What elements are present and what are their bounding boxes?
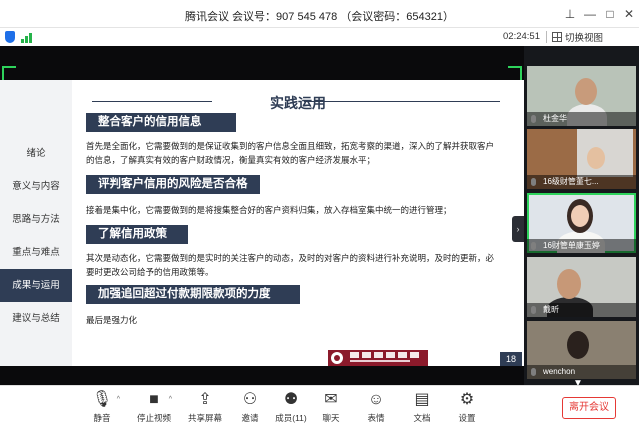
participant-name: 16级财管董七... xyxy=(527,175,636,189)
mute-button[interactable]: 🎙 静音 ^ xyxy=(78,389,126,424)
logo-subtitle xyxy=(350,360,410,362)
chat-label: 聊天 xyxy=(322,413,340,423)
school-seal-icon xyxy=(331,352,343,364)
section-text: 接着是集中化，它需要做到的是将搜集整合好的客户资料归集，放入存档室集中统一的进行… xyxy=(86,205,452,215)
participant-tile[interactable]: 戴昕 xyxy=(527,257,636,317)
participant-tile[interactable]: wenchon xyxy=(527,321,636,379)
page-number: 18 xyxy=(500,352,522,366)
emoji-label: 表情 xyxy=(367,413,385,423)
settings-icon: ⚙ xyxy=(459,391,475,408)
logo-wordmark xyxy=(350,352,422,358)
pin-icon[interactable]: ⊥ xyxy=(562,6,578,22)
section-banner: 评判客户信用的风险是否合格 xyxy=(86,175,260,194)
window-title: 腾讯会议 会议号：907 545 478 （会议密码：654321） xyxy=(185,11,454,23)
switch-view-button[interactable]: 切换视图 xyxy=(552,30,603,44)
participant-tile[interactable]: 杜金华 xyxy=(527,66,636,126)
slide-heading: 实践运用 xyxy=(270,95,326,111)
video-panel: 杜金华 16级财管董七... 16财管单康玉婷 戴昕 wenchon ▼ xyxy=(524,46,639,389)
participant-name: 戴昕 xyxy=(527,303,636,317)
slide-nav-item: 重点与难点 xyxy=(12,247,60,258)
meeting-toolbar: 🎙 静音 ^ ■ 停止视频 ^ ⇪ 共享屏幕 ⚇ 邀请 ⚉ 成员(11) ✉ 聊… xyxy=(0,385,639,429)
grid-view-icon xyxy=(552,32,562,42)
emoji-icon: ☺ xyxy=(367,391,385,408)
maximize-icon[interactable]: □ xyxy=(602,6,618,22)
chevron-up-icon[interactable]: ^ xyxy=(117,396,120,403)
meeting-timer: 02:24:51 xyxy=(503,31,540,42)
school-logo xyxy=(328,350,428,366)
presentation-slide: 绪论 意义与内容 思路与方法 重点与难点 成果与运用 建议与总结 实践运用 整合… xyxy=(0,80,524,366)
participant-name: 16财管单康玉婷 xyxy=(527,239,636,253)
emoji-button[interactable]: ☺ 表情 xyxy=(352,389,400,424)
close-icon[interactable]: ✕ xyxy=(621,6,637,22)
section-banner: 整合客户的信用信息 xyxy=(86,113,236,132)
participant-name: wenchon xyxy=(527,365,636,379)
share-frame-corner xyxy=(508,66,522,80)
title-bar: 腾讯会议 会议号：907 545 478 （会议密码：654321） ⊥ — □… xyxy=(0,0,639,28)
settings-button[interactable]: ⚙ 设置 xyxy=(443,389,491,424)
chat-icon: ✉ xyxy=(324,391,338,408)
section-text: 首先是全面化，它需要做到的是保证收集到的客户信息全面且细致，拓宽考察的渠道，深入… xyxy=(86,141,495,165)
heading-rule xyxy=(304,101,500,102)
settings-label: 设置 xyxy=(458,413,476,423)
document-icon: ▤ xyxy=(414,391,430,408)
share-screen-label: 共享屏幕 xyxy=(187,413,222,423)
section-banner: 了解信用政策 xyxy=(86,225,188,244)
participant-tile-active[interactable]: 16财管单康玉婷 xyxy=(527,193,636,253)
document-label: 文档 xyxy=(413,413,431,423)
switch-view-label: 切换视图 xyxy=(565,33,604,44)
section-banner: 加强追回超过付款期限款项的力度 xyxy=(86,285,300,304)
share-frame-corner xyxy=(2,66,16,80)
chat-button[interactable]: ✉ 聊天 xyxy=(307,389,355,424)
stop-video-button[interactable]: ■ 停止视频 ^ xyxy=(130,389,178,424)
share-screen-icon: ⇪ xyxy=(198,391,212,408)
share-screen-button[interactable]: ⇪ 共享屏幕 xyxy=(181,389,229,424)
status-bar: 02:24:51 切换视图 xyxy=(0,28,639,46)
shared-screen: 绪论 意义与内容 思路与方法 重点与难点 成果与运用 建议与总结 实践运用 整合… xyxy=(0,46,524,385)
slide-content: 实践运用 整合客户的信用信息 首先是全面化，它需要做到的是保证收集到的客户信息全… xyxy=(72,80,524,366)
slide-nav-item-active: 成果与运用 xyxy=(0,269,72,302)
shield-icon[interactable] xyxy=(5,31,15,43)
document-button[interactable]: ▤ 文档 xyxy=(398,389,446,424)
divider xyxy=(546,31,547,43)
collapse-panel-button[interactable]: › xyxy=(512,216,524,242)
slide-nav-item: 思路与方法 xyxy=(12,214,60,225)
participant-tile[interactable]: 16级财管董七... xyxy=(527,129,636,189)
section-text: 其次是动态化，它需要做到的是实时的关注客户的动态，及时的对客户的资料进行补充说明… xyxy=(86,253,495,277)
slide-nav-item: 绪论 xyxy=(26,148,46,159)
mute-label: 静音 xyxy=(93,413,111,423)
slide-nav-item: 意义与内容 xyxy=(12,181,60,192)
slide-nav-item: 建议与总结 xyxy=(12,313,60,324)
chevron-up-icon[interactable]: ^ xyxy=(169,396,172,403)
leave-meeting-button[interactable]: 离开会议 xyxy=(562,397,616,419)
stop-video-label: 停止视频 xyxy=(136,413,171,423)
minimize-icon[interactable]: — xyxy=(582,6,598,22)
signal-icon[interactable] xyxy=(21,32,35,43)
participant-name: 杜金华 xyxy=(527,112,636,126)
slide-nav: 绪论 意义与内容 思路与方法 重点与难点 成果与运用 建议与总结 xyxy=(0,80,72,366)
section-text: 最后是强力化 xyxy=(86,315,138,325)
